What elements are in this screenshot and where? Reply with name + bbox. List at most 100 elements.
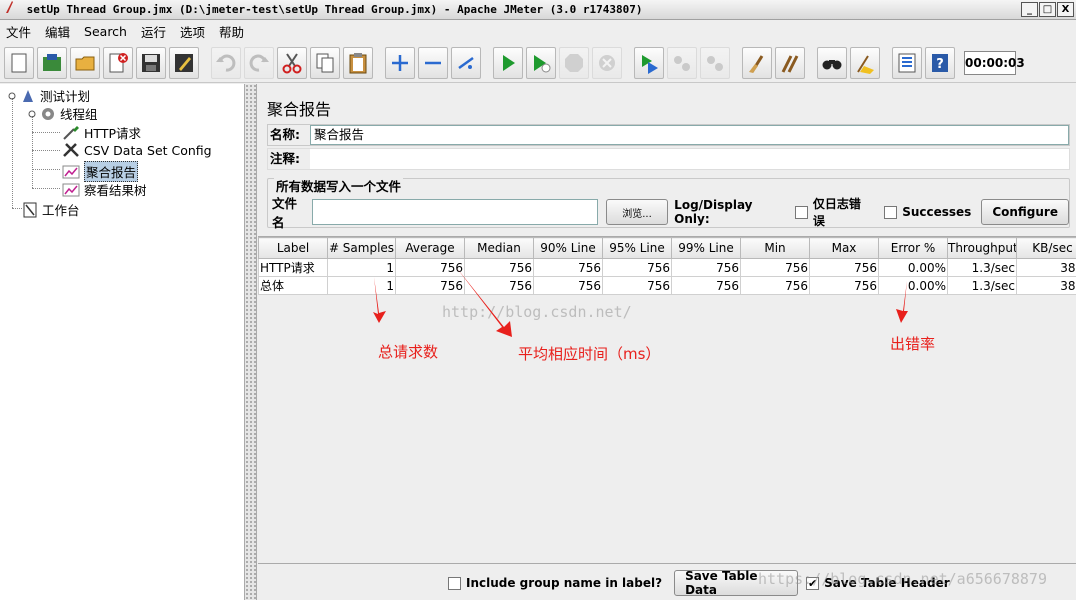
tree-label: 测试计划 <box>40 89 91 104</box>
remote-exit-all-button[interactable] <box>700 46 730 79</box>
clear-button[interactable] <box>742 46 772 79</box>
close-file-button[interactable] <box>103 46 133 79</box>
collapse-toggle-icon[interactable] <box>28 110 36 118</box>
tree-node-view-results-tree[interactable]: 察看结果树 <box>62 180 147 199</box>
table-cell: HTTP请求 <box>258 258 328 277</box>
undo-button[interactable] <box>211 46 241 79</box>
wrench-icon <box>63 143 79 157</box>
function-helper-button[interactable] <box>892 46 922 79</box>
column-header[interactable]: KB/sec <box>1016 237 1076 259</box>
graph-icon <box>62 183 80 196</box>
jmeter-feather-icon <box>4 0 14 13</box>
test-plan-icon <box>23 89 33 102</box>
menu-search[interactable]: Search <box>84 24 127 39</box>
save-as-button[interactable] <box>169 46 199 79</box>
pane-splitter[interactable] <box>245 84 257 600</box>
column-header[interactable]: Throughput <box>947 237 1017 259</box>
successes-checkbox[interactable]: Successes <box>884 205 971 219</box>
menu-edit[interactable]: 编辑 <box>45 22 70 41</box>
column-header[interactable]: Average <box>395 237 465 259</box>
annotation-total-requests: 总请求数 <box>378 343 439 361</box>
file-name-input[interactable] <box>311 199 598 225</box>
table-cell: 756 <box>671 276 741 295</box>
comment-field[interactable] <box>310 149 1069 169</box>
tree-node-test-plan[interactable]: 测试计划 <box>8 86 90 105</box>
table-cell: 0.00% <box>878 276 948 295</box>
start-button[interactable] <box>493 46 523 79</box>
table-cell: 756 <box>809 258 879 277</box>
redo-button[interactable] <box>244 46 274 79</box>
menu-file[interactable]: 文件 <box>6 22 31 41</box>
column-header[interactable]: # Samples <box>327 237 396 259</box>
collapse-toggle-icon[interactable] <box>8 92 16 100</box>
tree-node-http-request[interactable]: HTTP请求 <box>62 123 141 142</box>
table-row[interactable]: 总体 1 756 756 756 756 756 756 756 0.00% 1… <box>258 276 1076 295</box>
column-header[interactable]: Median <box>464 237 534 259</box>
collapse-all-button[interactable] <box>418 46 448 79</box>
column-header[interactable]: Label <box>258 237 328 259</box>
watermark-bottom: https://blog.csdn.net/a656678879 <box>758 570 1047 588</box>
clear-all-icon <box>781 54 799 73</box>
copy-button[interactable] <box>310 46 340 79</box>
table-cell: 756 <box>740 276 810 295</box>
reset-search-icon <box>857 54 874 74</box>
help-button[interactable]: ? <box>925 46 955 79</box>
table-cell: 756 <box>809 276 879 295</box>
column-header[interactable]: 95% Line <box>602 237 672 259</box>
templates-button[interactable] <box>37 46 67 79</box>
maximize-button[interactable]: □ <box>1039 2 1056 17</box>
column-header[interactable]: Max <box>809 237 879 259</box>
pipette-icon <box>63 125 79 140</box>
table-cell: 756 <box>395 258 465 277</box>
annotation-error-rate: 出错率 <box>890 335 936 353</box>
tree-label: CSV Data Set Config <box>84 142 212 158</box>
table-cell: 756 <box>671 258 741 277</box>
include-group-checkbox[interactable]: Include group name in label? <box>448 576 662 590</box>
tree-label: 察看结果树 <box>84 183 147 198</box>
name-field[interactable]: 聚合报告 <box>310 125 1069 145</box>
browse-button[interactable]: 浏览... <box>605 199 669 225</box>
stop-button[interactable] <box>559 46 589 79</box>
start-no-pauses-button[interactable] <box>526 46 556 79</box>
shutdown-button[interactable] <box>592 46 622 79</box>
tree-node-aggregate-report[interactable]: 聚合报告 <box>62 161 139 182</box>
clear-all-button[interactable] <box>775 46 805 79</box>
minimize-button[interactable]: _ <box>1021 2 1038 17</box>
expand-all-button[interactable] <box>385 46 415 79</box>
table-cell: 756 <box>533 258 603 277</box>
column-header[interactable]: 90% Line <box>533 237 603 259</box>
reset-search-button[interactable] <box>850 46 880 79</box>
remote-start-all-button[interactable] <box>634 46 664 79</box>
close-icon <box>109 52 128 72</box>
new-button[interactable] <box>4 46 34 79</box>
configure-button[interactable]: Configure <box>981 199 1069 225</box>
toggle-button[interactable] <box>451 46 481 79</box>
tree-node-thread-group[interactable]: 线程组 <box>28 104 98 123</box>
table-row[interactable]: HTTP请求 1 756 756 756 756 756 756 756 0.0… <box>258 258 1076 277</box>
window-controls: _ □ X <box>1021 2 1074 17</box>
column-header[interactable]: 99% Line <box>671 237 741 259</box>
column-header[interactable]: Error % <box>878 237 948 259</box>
tree-node-csv-config[interactable]: CSV Data Set Config <box>62 142 212 158</box>
menu-run[interactable]: 运行 <box>141 22 166 41</box>
menu-options[interactable]: 选项 <box>180 22 205 41</box>
table-cell: 总体 <box>258 276 328 295</box>
graph-icon <box>62 165 80 178</box>
remote-stop-all-button[interactable] <box>667 46 697 79</box>
save-button[interactable] <box>136 46 166 79</box>
tree-node-workbench[interactable]: 工作台 <box>22 200 80 219</box>
checkbox-box[interactable] <box>795 205 808 219</box>
checkbox-box[interactable] <box>884 205 898 219</box>
column-header[interactable]: Min <box>740 237 810 259</box>
errors-only-checkbox[interactable]: 仅日志错误 <box>795 195 870 229</box>
tree-label: 线程组 <box>60 107 98 122</box>
table-cell: 756 <box>395 276 465 295</box>
search-button[interactable] <box>817 46 847 79</box>
paste-button[interactable] <box>343 46 373 79</box>
cut-button[interactable] <box>277 46 307 79</box>
checkbox-box[interactable] <box>448 576 461 590</box>
comment-row: 注释: <box>267 148 1070 170</box>
open-button[interactable] <box>70 46 100 79</box>
close-window-button[interactable]: X <box>1057 2 1074 17</box>
menu-help[interactable]: 帮助 <box>219 22 244 41</box>
